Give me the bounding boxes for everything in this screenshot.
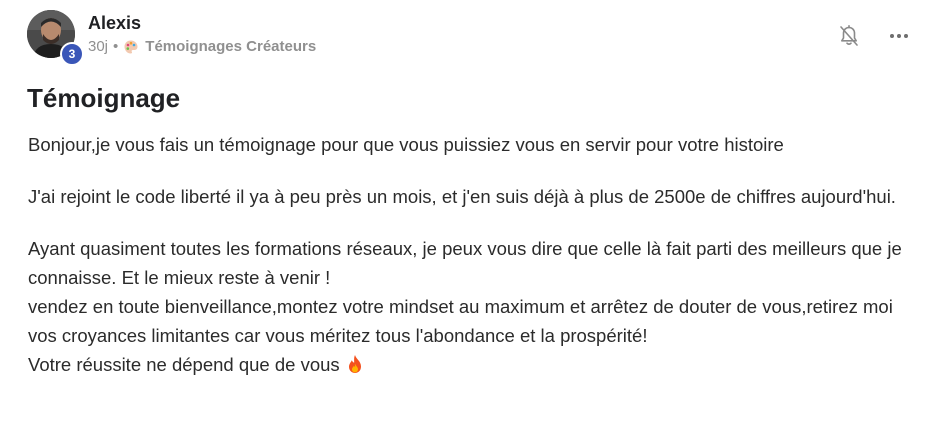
level-badge: 3 (60, 42, 84, 66)
post-card: 3 Alexis 30j • Témoignages Créateurs Tém… (0, 0, 941, 422)
more-horizontal-icon[interactable] (887, 24, 911, 48)
author-name[interactable]: Alexis (88, 12, 316, 34)
meta-separator: • (113, 38, 119, 55)
author-avatar-wrapper[interactable]: 3 (27, 10, 84, 66)
paragraph-intro: Bonjour,je vous fais un témoignage pour … (28, 134, 784, 155)
closing-text: Votre réussite ne dépend que de vous (28, 354, 340, 375)
body-line-advice: vendez en toute bienveillance,montez vot… (28, 296, 893, 346)
category-link[interactable]: Témoignages Créateurs (145, 38, 316, 56)
post-body: Bonjour,je vous fais un témoignage pour … (28, 130, 918, 402)
palette-icon (123, 39, 139, 55)
body-line-closing: Votre réussite ne dépend que de vous (28, 350, 918, 379)
post-actions (837, 24, 911, 48)
post-subline: 30j • Témoignages Créateurs (88, 38, 316, 56)
post-title: Témoignage (27, 83, 181, 113)
post-time: 30j (88, 38, 109, 55)
bell-off-icon[interactable] (837, 24, 861, 48)
body-line-formations: Ayant quasiment toutes les formations ré… (28, 238, 902, 288)
author-meta: Alexis 30j • Témoignages Créateurs (88, 12, 316, 56)
post-header: 3 Alexis 30j • Témoignages Créateurs (27, 10, 316, 66)
fire-emoji-icon (346, 353, 364, 373)
paragraph-results: J'ai rejoint le code liberté il ya à peu… (28, 186, 896, 207)
paragraph-formations: Ayant quasiment toutes les formations ré… (28, 234, 918, 379)
